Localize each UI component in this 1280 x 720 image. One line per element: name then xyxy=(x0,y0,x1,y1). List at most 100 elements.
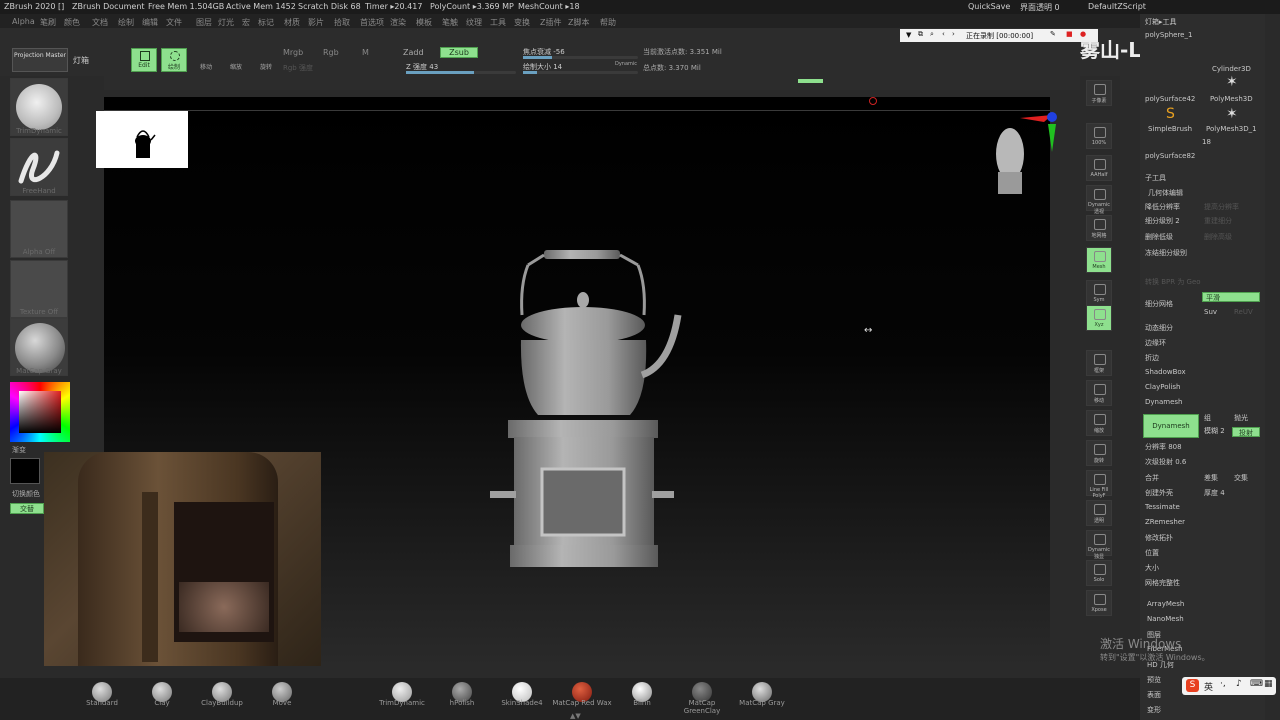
menu-item[interactable]: 标记 xyxy=(258,17,274,28)
menu-item[interactable]: 文件 xyxy=(166,17,182,28)
right-shelf-button[interactable]: AAHalf xyxy=(1086,155,1112,181)
sdiv-slider[interactable]: 细分级别 2 xyxy=(1145,216,1180,226)
menu-item[interactable]: 拾取 xyxy=(334,17,350,28)
subtool-section[interactable]: 子工具 xyxy=(1145,173,1166,183)
zremesher-section[interactable]: ZRemesher xyxy=(1145,518,1185,526)
mesh-integrity-section[interactable]: 网格完整性 xyxy=(1145,578,1180,588)
thickness-slider[interactable]: 厚度 4 xyxy=(1204,488,1225,498)
menu-item[interactable]: 纹理 xyxy=(466,17,482,28)
menu-item[interactable]: 变换 xyxy=(514,17,530,28)
suv-toggle[interactable]: Suv xyxy=(1204,308,1217,316)
alternate-button[interactable]: 交替 xyxy=(10,503,44,514)
nanomesh-section[interactable]: NanoMesh xyxy=(1147,615,1184,623)
ime-language[interactable]: 英 xyxy=(1204,680,1213,693)
main-color-swatch[interactable] xyxy=(10,458,40,484)
shelf-item-label[interactable]: TrimDynamic xyxy=(372,699,432,707)
menu-item[interactable]: 绘制 xyxy=(118,17,134,28)
delete-lower-button[interactable]: 删除低级 xyxy=(1145,232,1173,242)
higher-res-button[interactable]: 提高分辨率 xyxy=(1204,202,1239,212)
blur-slider[interactable]: 模糊 2 xyxy=(1204,426,1225,436)
modify-topology-section[interactable]: 修改拓扑 xyxy=(1145,533,1173,543)
search-icon[interactable]: ⌕ xyxy=(930,30,934,39)
menu-item[interactable]: 首选项 xyxy=(360,17,384,28)
rotate-button[interactable]: 旋转 xyxy=(254,48,278,72)
right-shelf-button[interactable]: Sym xyxy=(1086,280,1112,306)
zadd-button[interactable]: Zadd xyxy=(403,48,424,57)
rgb-intensity-slider[interactable]: Rgb 强度 xyxy=(283,63,313,73)
tool-item-polymesh3d-1[interactable]: PolyMesh3D_1 xyxy=(1206,125,1257,133)
tool-item-polysurface42[interactable]: polySurface42 xyxy=(1145,95,1195,103)
tool-header[interactable]: 灯箱▸工具 xyxy=(1145,17,1177,27)
shelf-item-label[interactable]: SkinShade4 xyxy=(492,699,552,707)
shelf-item-label[interactable]: MatCap Gray xyxy=(732,699,792,707)
dynamesh-button[interactable]: Dynamesh xyxy=(1143,414,1199,438)
tool-item-simplebrush[interactable]: SimpleBrush xyxy=(1148,125,1192,133)
tessimate-section[interactable]: Tessimate xyxy=(1145,503,1180,511)
focal-shift-track[interactable] xyxy=(523,56,638,59)
right-shelf-button[interactable]: 缩放 xyxy=(1086,410,1112,436)
ime-bar[interactable]: S 英 ·, ♪ ⌨ ▦ xyxy=(1182,677,1276,695)
menu-item[interactable]: 宏 xyxy=(242,17,250,28)
polish-toggle[interactable]: 抛光 xyxy=(1234,413,1248,423)
m-button[interactable]: M xyxy=(362,48,369,57)
scroll-handle[interactable] xyxy=(798,79,823,83)
right-shelf-button[interactable]: 框架 xyxy=(1086,350,1112,376)
projection-master-button[interactable]: Projection Master xyxy=(12,48,68,72)
right-shelf-button[interactable]: Line Fill PolyF xyxy=(1086,470,1112,499)
subtract-button[interactable]: 差集 xyxy=(1204,473,1218,483)
zsub-button[interactable]: Zsub xyxy=(440,47,478,58)
dynamic-subdiv-section[interactable]: 动态细分 xyxy=(1145,323,1173,333)
crease-section[interactable]: 折边 xyxy=(1145,353,1159,363)
shadowbox-section[interactable]: ShadowBox xyxy=(1145,368,1186,376)
menu-item[interactable]: 颜色 xyxy=(64,17,80,28)
menu-item[interactable]: Z插件 xyxy=(540,17,561,28)
preview-section[interactable]: 预览 xyxy=(1147,675,1161,685)
create-shell-button[interactable]: 创建外壳 xyxy=(1145,488,1173,498)
tool-item-polysphere[interactable]: polySphere_1 xyxy=(1145,31,1192,39)
shelf-item-label[interactable]: Clay xyxy=(132,699,192,707)
draw-size-track[interactable] xyxy=(523,71,638,74)
tool-item-polymesh3d[interactable]: PolyMesh3D xyxy=(1210,95,1253,103)
menu-item[interactable]: 渲染 xyxy=(390,17,406,28)
deformation-section[interactable]: 变形 xyxy=(1147,705,1161,715)
menu-item[interactable]: 笔触 xyxy=(442,17,458,28)
switch-color-button[interactable]: 切换颜色 xyxy=(12,489,40,499)
tool-item-polysurface82[interactable]: polySurface82 xyxy=(1145,152,1195,160)
draw-button[interactable]: 绘制 xyxy=(161,48,187,72)
menu-item[interactable]: Z脚本 xyxy=(568,17,589,28)
size-section[interactable]: 大小 xyxy=(1145,563,1159,573)
z-intensity-track[interactable] xyxy=(406,71,516,74)
shelf-item-label[interactable]: ClayBuildup xyxy=(192,699,252,707)
mrgb-button[interactable]: Mrgb xyxy=(283,48,303,57)
skin-icon[interactable]: ▦ xyxy=(1264,679,1273,689)
menu-item[interactable]: 工具 xyxy=(490,17,506,28)
microphone-icon[interactable]: ♪ xyxy=(1236,679,1242,689)
lower-res-button[interactable]: 降低分辨率 xyxy=(1145,202,1180,212)
lightbox-button[interactable]: 灯箱 xyxy=(73,55,89,66)
menu-item[interactable]: 灯光 xyxy=(218,17,234,28)
freeze-subdiv-button[interactable]: 冻结细分级别 xyxy=(1145,248,1187,258)
right-shelf-button[interactable]: Dynamic 独显 xyxy=(1086,530,1112,560)
punctuation-icon[interactable]: ·, xyxy=(1220,679,1226,689)
edge-loop-section[interactable]: 边缘环 xyxy=(1145,338,1166,348)
shelf-item-label[interactable]: Move xyxy=(252,699,312,707)
divide-button[interactable]: 细分网格 xyxy=(1145,299,1173,309)
right-shelf-button[interactable]: Mesh xyxy=(1086,247,1112,273)
reuv-toggle[interactable]: ReUV xyxy=(1234,308,1253,316)
menu-item[interactable]: 编辑 xyxy=(142,17,158,28)
menu-item[interactable]: 帮助 xyxy=(600,17,616,28)
dropdown-icon[interactable]: ▼ xyxy=(906,31,911,39)
right-shelf-button[interactable]: 子像素 xyxy=(1086,80,1112,106)
menu-item[interactable]: 材质 xyxy=(284,17,300,28)
shelf-item-label[interactable]: Blinn xyxy=(612,699,672,707)
color-square[interactable] xyxy=(19,391,61,433)
right-shelf-button[interactable]: 旋转 xyxy=(1086,440,1112,466)
dynamic-toggle[interactable]: Dynamic xyxy=(615,61,637,67)
merge-button[interactable]: 合并 xyxy=(1145,473,1159,483)
shelf-arrow-icon[interactable]: ▲▼ xyxy=(570,712,581,720)
surface-section[interactable]: 表面 xyxy=(1147,690,1161,700)
resolution-slider[interactable]: 分辨率 808 xyxy=(1145,442,1182,452)
shelf-item-label[interactable]: MatCap Red Wax xyxy=(552,699,612,707)
forward-icon[interactable]: › xyxy=(952,30,955,38)
interface-transparency[interactable]: 界面透明 0 xyxy=(1020,2,1060,13)
